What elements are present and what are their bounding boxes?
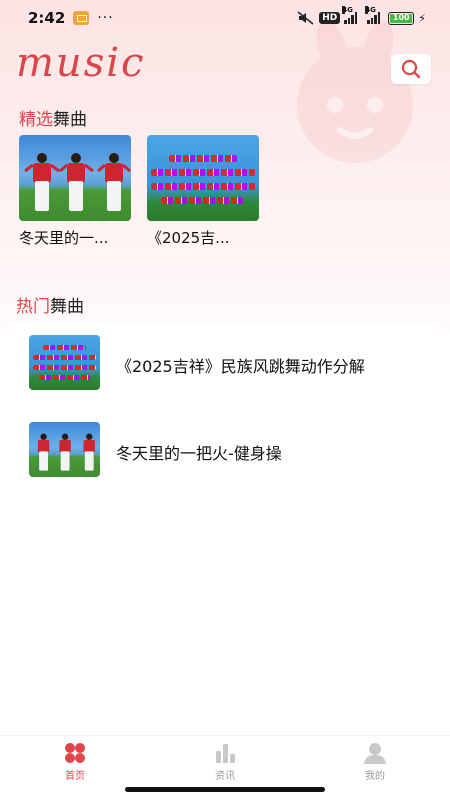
list-item[interactable]: 《2025吉祥》民族风跳舞动作分解 xyxy=(0,335,450,395)
featured-card-title: 冬天里的一... xyxy=(19,229,109,247)
video-thumbnail xyxy=(29,335,100,390)
signal-icon-2: 4G xyxy=(365,6,381,24)
list-item-title: 冬天里的一把火-健身操 xyxy=(116,444,282,463)
tab-mine[interactable]: 我的 xyxy=(300,736,450,785)
tab-news[interactable]: 资讯 xyxy=(150,736,300,785)
hot-section-title: 热门舞曲 xyxy=(16,297,84,317)
bar-chart-icon xyxy=(216,744,235,763)
charging-icon: ⚡ xyxy=(418,11,426,25)
more-notifications-icon: ··· xyxy=(97,10,114,26)
video-thumbnail xyxy=(147,135,259,221)
hot-list: 《2025吉祥》民族风跳舞动作分解 冬天里的一把火-健身操 xyxy=(0,322,450,742)
tab-home-label: 首页 xyxy=(65,771,85,782)
list-item-title: 《2025吉祥》民族风跳舞动作分解 xyxy=(116,357,365,376)
featured-section-title: 精选舞曲 xyxy=(19,110,87,130)
logo-text: music xyxy=(16,40,146,86)
hd-badge: HD xyxy=(319,12,341,24)
video-thumbnail xyxy=(19,135,131,221)
tab-home[interactable]: 首页 xyxy=(0,736,150,785)
status-time: 2:42 xyxy=(28,9,66,27)
mascot-watermark-icon xyxy=(297,20,413,163)
tab-news-label: 资讯 xyxy=(215,771,235,782)
featured-card[interactable]: 《2025吉... xyxy=(147,135,259,248)
video-thumbnail xyxy=(29,422,100,477)
featured-card-title: 《2025吉... xyxy=(147,229,230,247)
list-item[interactable]: 冬天里的一把火-健身操 xyxy=(0,422,450,482)
status-bar: 2:42 ··· HD 4G 4G 100 ⚡ xyxy=(0,0,450,36)
tab-mine-label: 我的 xyxy=(365,771,385,782)
bottom-tab-bar: 首页 资讯 我的 xyxy=(0,735,450,785)
search-icon xyxy=(401,59,421,79)
battery-icon: 100 xyxy=(388,11,415,25)
app-logo: music xyxy=(16,40,156,86)
mute-icon xyxy=(297,11,314,25)
notification-app-icon xyxy=(73,11,90,25)
signal-icon-1: 4G xyxy=(342,6,358,24)
home-indicator[interactable] xyxy=(125,787,325,792)
user-icon xyxy=(364,743,386,764)
search-button[interactable] xyxy=(391,54,431,84)
featured-card[interactable]: 冬天里的一... xyxy=(19,135,131,248)
home-grid-icon xyxy=(65,743,85,763)
